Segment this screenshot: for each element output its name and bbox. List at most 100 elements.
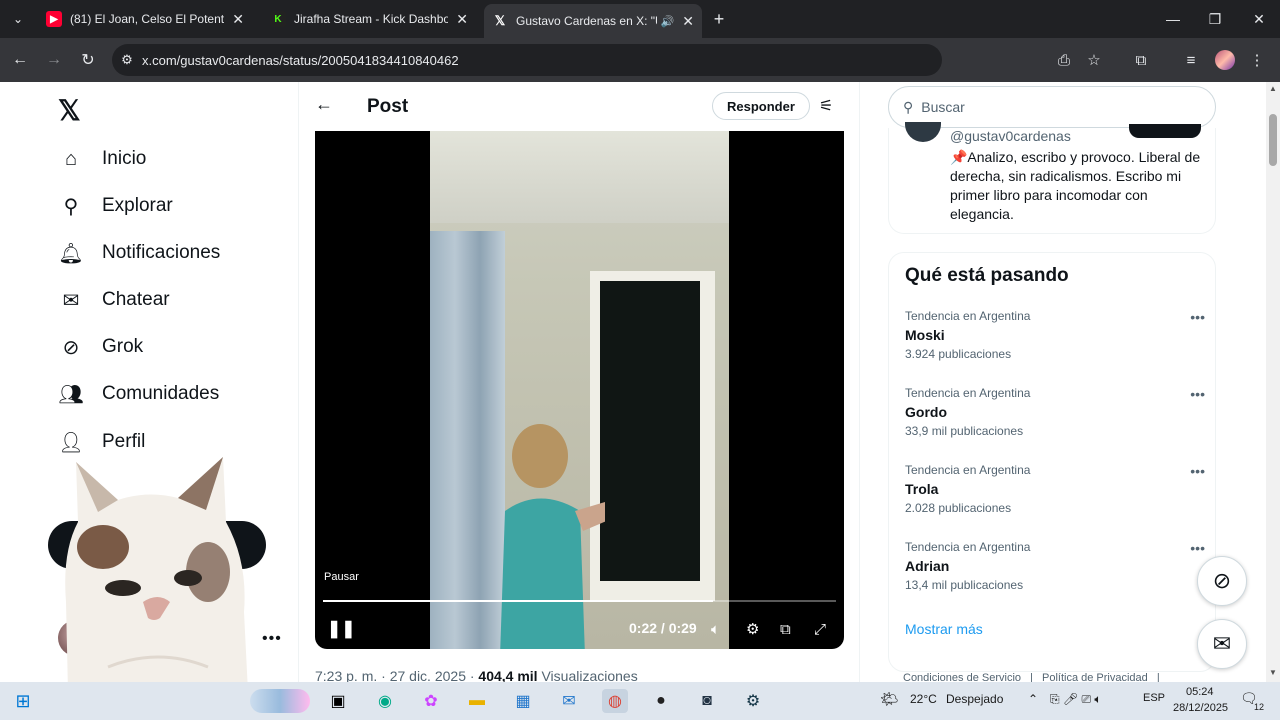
messages-float-button[interactable]: ✉ [1197,619,1247,669]
trend-name: Adrian [905,558,950,574]
obs-icon[interactable]: ● [648,689,674,713]
close-tab-icon[interactable]: ✕ [456,11,468,28]
more-icon[interactable]: ••• [1190,309,1205,325]
nav-item-explorar[interactable]: ⚲ Explorar [58,186,173,226]
account-more-icon[interactable]: ••• [262,630,282,648]
speaker-icon[interactable]: 🔊 [661,15,675,28]
video-player[interactable]: Pausar ❚❚ 0:22 / 0:29 🔈︎ ⚙ ⧉ ⤢ [315,131,844,649]
tab-kick[interactable]: K Jirafha Stream - Kick Dashboard ✕ [262,4,476,34]
weather-temp[interactable]: 22°C [910,692,937,706]
profile-avatar[interactable] [905,122,941,142]
outlook-icon[interactable]: ✉ [556,689,582,713]
language-indicator[interactable]: ESP [1143,692,1165,704]
home-icon: ⌂ [64,147,78,170]
task-view-icon[interactable]: ▣ [325,689,351,713]
restore-icon[interactable]: ❐ [1204,8,1226,30]
browser-menu-icon[interactable]: ⋮ [1245,48,1269,72]
sliders-icon[interactable]: ⚟ [819,96,833,116]
more-icon[interactable]: ••• [1190,463,1205,479]
fullscreen-icon[interactable]: ⤢ [814,619,826,639]
clock-time[interactable]: 05:24 [1186,686,1214,698]
video-progress-bar[interactable] [323,600,836,602]
nav-item-notificaciones[interactable]: 🔔︎ Notificaciones [58,233,220,273]
copilot-icon[interactable]: ✿ [418,689,444,713]
clock-date[interactable]: 28/12/2025 [1173,702,1228,714]
tab-list-chevron-icon[interactable]: ⌄ [6,8,30,30]
communities-icon: 👥︎ [58,383,84,406]
window-close-icon[interactable]: ✕ [1248,8,1270,30]
edge-icon[interactable]: ◉ [372,689,398,713]
media-control-icon[interactable]: ≡ [1179,48,1203,72]
trend-item[interactable]: Tendencia en Argentina Gordo 33,9 mil pu… [905,386,1205,456]
chrome-icon[interactable]: ◍ [602,689,628,713]
trend-item[interactable]: Tendencia en Argentina Adrian 13,4 mil p… [905,540,1205,610]
page-scrollbar[interactable]: ▲ ▼ [1266,82,1280,682]
reload-icon[interactable]: ↻ [76,48,100,72]
post-timestamp[interactable]: 7:23 p. m. · 27 dic. 2025 · [315,668,478,682]
widgets-icon[interactable] [250,689,310,713]
minimize-icon[interactable]: — [1162,8,1184,30]
store-icon[interactable]: ▦ [510,689,536,713]
nav-item-inicio[interactable]: ⌂ Inicio [58,139,146,179]
show-more-link[interactable]: Mostrar más [905,621,983,637]
app-icon[interactable]: ◙ [694,689,720,713]
settings-gear-icon[interactable]: ⚙ [746,619,759,639]
nav-item-chatear[interactable]: ✉ Chatear [58,280,170,320]
grok-float-button[interactable]: ⊘ [1197,556,1247,606]
trend-count: 33,9 mil publicaciones [905,424,1024,438]
tab-x-post[interactable]: 𝕏 Gustavo Cardenas en X: "Ur 🔊 ✕ [484,4,702,38]
pause-tooltip: Pausar [324,571,359,583]
new-tab-plus-icon[interactable]: + [708,8,730,30]
popout-icon[interactable]: ⧉ [780,619,791,639]
nav-item-grok[interactable]: ⊘ Grok [58,327,144,367]
nav-item-comunidades[interactable]: 👥︎ Comunidades [58,374,219,414]
terms-link[interactable]: Condiciones de Servicio [903,672,1021,682]
nav-label: Inicio [102,148,147,169]
trend-context: Tendencia en Argentina [905,540,1031,554]
follow-button[interactable] [1129,124,1201,138]
more-icon[interactable]: ••• [1190,386,1205,402]
nav-label: Grok [102,336,144,357]
extensions-icon[interactable]: ⧉ [1129,48,1153,72]
bookmark-star-icon[interactable]: ☆ [1082,48,1106,72]
tab-title: Gustavo Cardenas en X: "Ur [516,14,657,28]
close-tab-icon[interactable]: ✕ [232,11,244,28]
tray-icons[interactable]: ⎘ 🎤︎ ⎚ 🔈︎ [1050,692,1102,707]
browser-tab-strip: ⌄ ▶ (81) El Joan, Celso El Potente - Y ✕… [0,0,1280,38]
pause-icon[interactable]: ❚❚ [327,619,356,639]
right-sidebar: ⚲ Buscar @gustav0cardenas 📌Analizo, escr… [888,82,1218,682]
tab-youtube[interactable]: ▶ (81) El Joan, Celso El Potente - Y ✕ [38,4,252,34]
trend-item[interactable]: Tendencia en Argentina Trola 2.028 publi… [905,463,1205,533]
mail-icon: ✉ [62,289,80,312]
address-bar[interactable]: ⚙ x.com/gustav0cardenas/status/200504183… [112,44,942,76]
weather-text[interactable]: Despejado [946,692,1003,706]
trend-name: Trola [905,481,939,497]
close-tab-icon[interactable]: ✕ [682,13,694,30]
scroll-down-icon[interactable]: ▼ [1269,668,1277,677]
volume-icon[interactable]: 🔈︎ [711,619,720,639]
more-icon[interactable]: ••• [1190,540,1205,556]
nav-label: Explorar [102,195,173,216]
windows-start-icon[interactable]: ⊞ [10,689,36,713]
reply-button[interactable]: Responder [712,92,810,120]
forward-icon[interactable]: → [42,48,66,72]
privacy-link[interactable]: Política de Privacidad [1042,672,1148,682]
scroll-thumb[interactable] [1269,114,1277,166]
notification-count: 12 [1254,702,1265,712]
profile-handle[interactable]: @gustav0cardenas [950,128,1071,144]
x-logo-icon[interactable]: 𝕏 [58,94,81,127]
weather-icon[interactable]: 🌤︎ [880,690,899,708]
trends-panel: Qué está pasando Tendencia en Argentina … [888,252,1216,672]
url-text: x.com/gustav0cardenas/status/20050418344… [142,52,459,68]
file-explorer-icon[interactable]: ▬ [464,689,490,713]
site-info-icon[interactable]: ⚙ [112,52,142,68]
tray-chevron-icon[interactable]: ⌃ [1028,692,1038,706]
profile-avatar[interactable] [1213,48,1237,72]
back-icon[interactable]: ← [8,48,32,72]
x-page: 𝕏 ⌂ Inicio ⚲ Explorar 🔔︎ Notificaciones … [0,82,1280,682]
steam-icon[interactable]: ⚙ [740,689,766,713]
scroll-up-icon[interactable]: ▲ [1269,84,1277,93]
back-arrow-icon[interactable]: ← [315,94,333,115]
trend-item[interactable]: Tendencia en Argentina Moski 3.924 publi… [905,309,1205,379]
install-app-icon[interactable]: ⎙ [1052,48,1076,72]
